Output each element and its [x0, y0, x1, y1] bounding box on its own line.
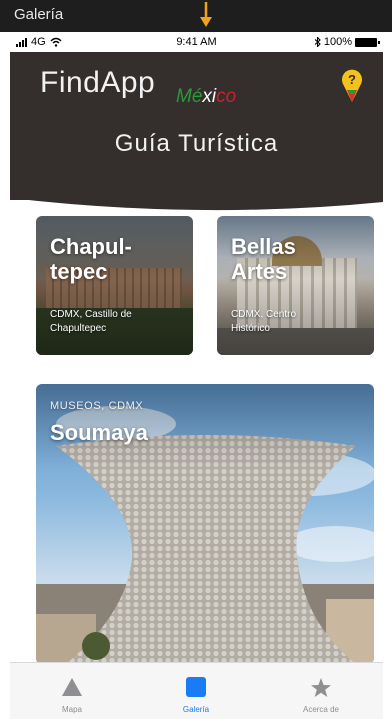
country-part-red: co [216, 86, 237, 107]
gallery-title: Galería [14, 6, 64, 23]
app-title: FindApp [40, 66, 156, 99]
battery-label: 100% [323, 36, 352, 48]
card-title: Chapul- tepec [50, 234, 132, 284]
app-subtitle: Guía Turística [114, 130, 279, 157]
triangle-icon [62, 678, 82, 696]
tab-label: Mapa [61, 705, 82, 714]
card-title: Soumaya [50, 420, 148, 445]
tab-label: Acerca de [302, 705, 340, 714]
phone-screen: 4G 9:41 AM 100% FindApp México ? Guía Tu… [10, 32, 383, 719]
tab-acerca-de[interactable]: Acerca de [259, 663, 383, 719]
card-title: Bellas Artes [231, 234, 296, 284]
card-chapultepec[interactable]: Chapul- tepec CDMX, Castillo de Chapulte… [36, 216, 193, 355]
location-pin-icon[interactable]: ? [340, 68, 364, 104]
square-icon [186, 677, 206, 697]
bluetooth-icon [314, 37, 321, 47]
card-bellas-artes[interactable]: Bellas Artes CDMX, Centro Histórico [217, 216, 374, 355]
arrow-down-icon [200, 2, 212, 27]
gallery-bar: Galería [0, 0, 392, 32]
tab-mapa[interactable]: Mapa [10, 663, 134, 719]
card-caption: CDMX, Castillo de Chapultepec [50, 309, 132, 334]
status-bar: 4G 9:41 AM 100% [10, 32, 383, 52]
battery-icon [355, 37, 380, 47]
svg-text:?: ? [348, 72, 356, 87]
app-header: FindApp México ? Guía Turística [10, 52, 383, 211]
tab-galeria[interactable]: Galería [134, 663, 258, 719]
tab-bar: Mapa Galería Acerca de [10, 662, 383, 719]
card-caption: CDMX, Centro Histórico [231, 309, 297, 334]
card-soumaya[interactable]: MUSEOS, CDMX Soumaya [36, 384, 374, 664]
country-part-white: xi [202, 86, 217, 107]
card-kicker: MUSEOS, CDMX [50, 400, 144, 412]
star-icon [311, 678, 331, 697]
app-country: México [176, 86, 236, 108]
country-part-green: Mé [176, 86, 203, 107]
tab-label: Galería [182, 705, 210, 714]
